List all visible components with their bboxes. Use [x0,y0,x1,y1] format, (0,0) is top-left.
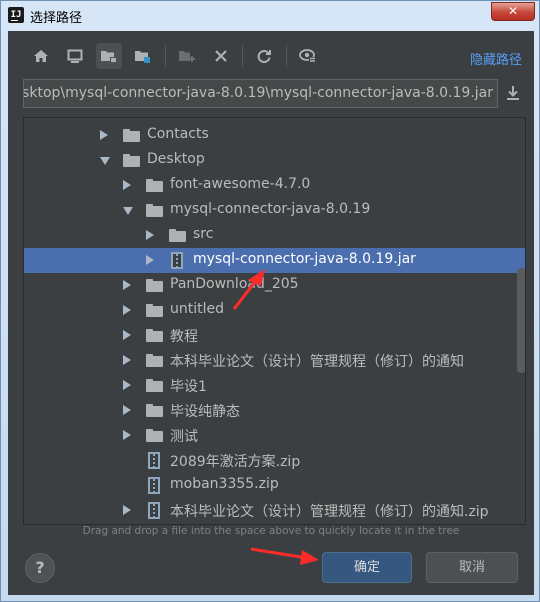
cancel-button[interactable]: 取消 [426,552,518,583]
tree-item-label: Desktop [147,151,205,167]
file-tree[interactable]: Contacts Desktop font-awesome-4.7.0 mysql-c… [23,117,526,525]
dialog-title: 选择路径 [30,11,83,26]
path-input[interactable]: esktop\mysql-connector-java-8.0.19\mysql… [23,79,498,108]
tree-row[interactable]: mysql-connector-java-8.0.19 [24,198,525,223]
tree-row[interactable]: PanDownload_205 [24,273,525,298]
tree-item-label: mysql-connector-java-8.0.19.jar [193,251,416,267]
tree-row[interactable]: font-awesome-4.7.0 [24,173,525,198]
chevron-right-icon[interactable] [123,280,131,290]
folder-icon [146,379,163,392]
tree-row[interactable]: 2089年激活方案.zip [24,448,525,473]
toolbar-separator [242,45,243,67]
chevron-down-icon[interactable] [100,157,110,165]
chevron-right-icon[interactable] [123,380,131,390]
tree-row[interactable]: 测试 [24,423,525,448]
chevron-down-icon[interactable] [123,207,133,215]
tree-item-label: 测试 [170,429,198,445]
folder-icon [146,204,163,217]
tree-item-label: mysql-connector-java-8.0.19 [170,201,371,217]
tree-row[interactable]: 本科毕业论文（设计）管理规程（修订）的通知.zip [24,498,525,523]
tree-row[interactable]: 教程 [24,323,525,348]
drag-drop-hint: Drag and drop a file into the space abov… [82,525,460,537]
chevron-right-icon[interactable] [123,180,131,190]
show-hidden-icon[interactable] [295,43,321,69]
chevron-right-icon[interactable] [123,505,131,515]
download-icon[interactable] [502,81,524,105]
tree-item-label: 2089年激活方案.zip [170,454,301,470]
intellij-app-icon: IJ [8,7,24,23]
chevron-right-icon[interactable] [123,305,131,315]
folder-icon [146,329,163,342]
folder-icon [146,279,163,292]
tree-row[interactable]: Contacts [24,123,525,148]
hide-path-link[interactable]: 隐藏路径 [470,49,522,68]
tree-item-label: Contacts [147,126,209,142]
folder-icon [169,229,186,242]
tree-item-label: font-awesome-4.7.0 [170,176,311,192]
archive-icon [148,502,160,519]
chevron-right-icon[interactable] [100,130,108,140]
chevron-right-icon[interactable] [123,405,131,415]
module-folder-icon[interactable] [130,43,156,69]
new-folder-icon[interactable] [174,43,200,69]
archive-icon [148,452,160,469]
tree-row[interactable]: 毕设1 [24,373,525,398]
delete-icon[interactable] [208,43,234,69]
tree-item-label: untitled [170,301,225,317]
home-icon[interactable] [28,43,54,69]
chevron-right-icon[interactable] [123,330,131,340]
tree-row[interactable]: moban3355.zip [24,473,525,498]
tree-item-label: moban3355.zip [170,476,279,492]
folder-icon [123,129,140,142]
chevron-right-icon[interactable] [123,430,131,440]
tree-item-label: 毕设纯静态 [170,404,240,420]
tree-scrollbar[interactable] [517,268,525,373]
title-bar[interactable]: IJ 选择路径 ✕ [1,1,540,31]
project-folder-icon[interactable] [96,43,122,69]
tree-row[interactable]: src [24,223,525,248]
folder-icon [146,354,163,367]
archive-icon [148,477,160,494]
help-button[interactable]: ? [25,553,55,583]
tree-item-label: PanDownload_205 [170,276,299,292]
chevron-right-icon[interactable] [146,230,154,240]
tree-item-label: 教程 [170,329,198,345]
folder-icon [146,404,163,417]
archive-icon [171,252,183,269]
folder-icon [146,429,163,442]
tree-item-label: 本科毕业论文（设计）管理规程（修订）的通知 [170,354,464,370]
tree-item-label: 本科毕业论文（设计）管理规程（修订）的通知.zip [170,504,489,520]
toolbar-separator [286,45,287,67]
tree-row[interactable]: untitled [24,298,525,323]
close-button[interactable]: ✕ [491,2,535,21]
folder-icon [146,179,163,192]
folder-icon [146,304,163,317]
tree-row[interactable]: mysql-connector-java-8.0.19.jar [24,248,525,273]
chevron-right-icon[interactable] [146,255,154,265]
dialog-window: IJ 选择路径 ✕ 隐藏路径 esktop\mysql-connector-ja… [0,0,540,602]
path-input-value: esktop\mysql-connector-java-8.0.19\mysql… [23,85,493,101]
tree-item-label: 毕设1 [170,379,207,395]
toolbar-separator [165,45,166,67]
tree-item-label: src [193,226,214,242]
folder-icon [123,154,140,167]
refresh-icon[interactable] [251,43,277,69]
ok-button[interactable]: 确定 [322,552,412,583]
tree-row[interactable]: 毕设纯静态 [24,398,525,423]
tree-row[interactable]: 本科毕业论文（设计）管理规程（修订）的通知 [24,348,525,373]
desktop-icon[interactable] [62,43,88,69]
chevron-right-icon[interactable] [123,355,131,365]
dialog-content: 隐藏路径 esktop\mysql-connector-java-8.0.19\… [8,31,534,595]
tree-row[interactable]: Desktop [24,148,525,173]
toolbar: 隐藏路径 [8,31,534,77]
